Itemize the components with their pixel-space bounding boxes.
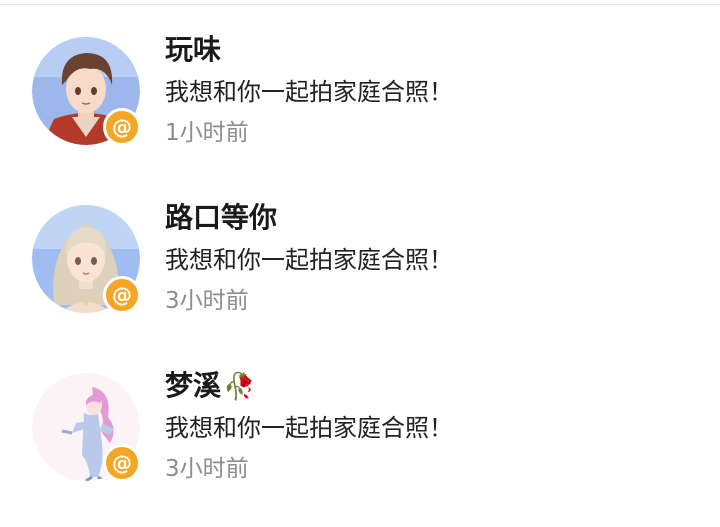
notification-message: 我想和你一起拍家庭合照！ (165, 246, 453, 274)
notification-item[interactable]: @ 梦溪🥀 我想和你一起拍家庭合照！ 3小时前 (0, 336, 720, 486)
notification-message: 我想和你一起拍家庭合照！ (165, 414, 453, 442)
avatar[interactable]: @ (32, 37, 141, 146)
notification-time: 3小时前 (165, 288, 249, 314)
mention-badge-icon: @ (103, 276, 141, 314)
mention-badge-icon: @ (103, 444, 141, 482)
user-name[interactable]: 玩味 (165, 30, 221, 70)
mention-badge-icon: @ (103, 108, 141, 146)
notification-message: 我想和你一起拍家庭合照！ (165, 78, 453, 106)
avatar[interactable]: @ (32, 373, 141, 482)
user-name-text: 梦溪 (165, 369, 222, 402)
wilted-rose-icon: 🥀 (223, 372, 256, 402)
notification-time: 1小时前 (165, 120, 249, 146)
notification-time: 3小时前 (165, 456, 249, 482)
notification-item[interactable]: @ 玩味 我想和你一起拍家庭合照！ 1小时前 (0, 0, 720, 150)
notification-item[interactable]: @ 路口等你 我想和你一起拍家庭合照！ 3小时前 (0, 168, 720, 318)
user-name[interactable]: 梦溪🥀 (165, 366, 255, 407)
user-name[interactable]: 路口等你 (165, 198, 277, 238)
avatar[interactable]: @ (32, 205, 141, 314)
